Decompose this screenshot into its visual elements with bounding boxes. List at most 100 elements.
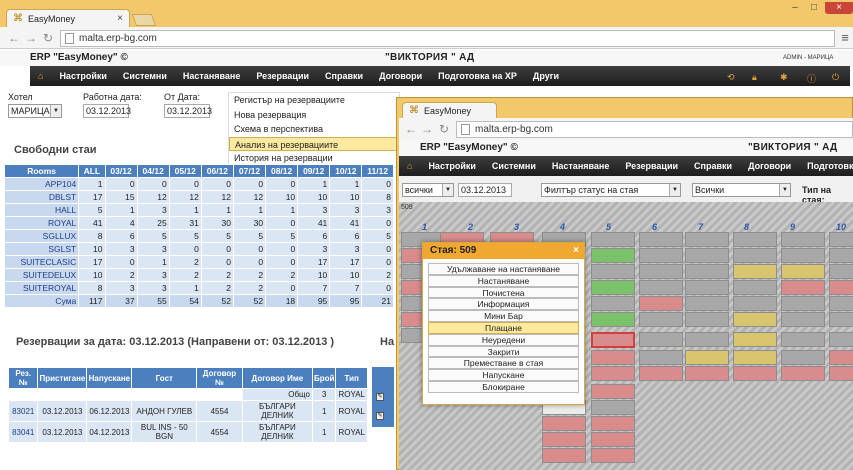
room-cell[interactable] <box>591 264 635 279</box>
room-cell[interactable] <box>781 312 825 327</box>
room-cell[interactable] <box>591 280 635 295</box>
all-select-2[interactable]: Всички ▼ <box>692 183 791 197</box>
room-type-cell[interactable]: HALL <box>3 203 80 217</box>
nav-contracts[interactable]: Договори <box>740 161 799 171</box>
popup-menu-item[interactable]: Блокиране <box>428 380 579 393</box>
home-icon[interactable]: ⌂ <box>399 161 420 171</box>
popup-menu-item[interactable]: Мини Бар <box>428 310 579 322</box>
fromdate-input[interactable]: 03.12.2013 <box>164 104 212 118</box>
room-type-cell[interactable]: SGLST <box>3 242 80 256</box>
room-cell[interactable] <box>639 312 683 327</box>
room-cell[interactable] <box>639 296 683 311</box>
room-cell[interactable] <box>639 248 683 263</box>
room-cell[interactable] <box>639 232 683 247</box>
room-type-cell[interactable]: Сума <box>3 294 80 308</box>
room-cell[interactable] <box>829 280 853 295</box>
room-cell[interactable] <box>829 264 853 279</box>
room-cell[interactable] <box>829 248 853 263</box>
nav-system[interactable]: Системни <box>115 71 175 81</box>
room-cell[interactable] <box>542 448 586 463</box>
room-cell[interactable] <box>733 332 777 347</box>
room-cell[interactable] <box>591 432 635 447</box>
popup-menu-item[interactable]: Преместване в стая <box>428 357 579 370</box>
room-cell[interactable] <box>639 366 683 381</box>
forward-icon[interactable]: → <box>24 31 38 45</box>
room-cell[interactable] <box>685 296 729 311</box>
menu-icon[interactable]: ≡ <box>838 31 852 44</box>
selected-room-cell[interactable] <box>591 332 635 348</box>
room-type-cell[interactable]: SUITEROYAL <box>3 281 80 295</box>
room-cell[interactable] <box>733 232 777 247</box>
room-cell[interactable] <box>685 312 729 327</box>
edit-icon[interactable]: ✎ <box>376 393 384 401</box>
room-cell[interactable] <box>639 280 683 295</box>
hotel-select[interactable]: МАРИЦА ▼ <box>8 104 62 118</box>
popup-menu-item[interactable]: Закрити <box>428 345 579 358</box>
status-filter-select[interactable]: Филтър статус на стая ▼ <box>541 183 681 197</box>
nav-contracts[interactable]: Договори <box>371 71 430 81</box>
room-cell[interactable] <box>685 332 729 347</box>
room-cell[interactable] <box>591 248 635 263</box>
room-cell[interactable] <box>781 296 825 311</box>
address-input-2[interactable]: malta.erp-bg.com <box>456 121 853 138</box>
room-cell[interactable] <box>781 280 825 295</box>
room-cell[interactable] <box>781 264 825 279</box>
nav-prep[interactable]: Подготовка на ХР <box>430 71 525 81</box>
room-type-cell[interactable]: DBLST <box>3 190 80 204</box>
room-cell[interactable] <box>542 416 586 431</box>
room-type-cell[interactable]: ROYAL <box>3 216 80 230</box>
popup-menu-item[interactable]: Напускане <box>428 369 579 381</box>
room-cell[interactable] <box>639 264 683 279</box>
home-icon[interactable]: ⌂ <box>30 71 51 81</box>
room-cell[interactable] <box>733 248 777 263</box>
browser-tab[interactable]: ⌘ EasyMoney × <box>6 9 130 27</box>
room-cell[interactable] <box>591 312 635 327</box>
nav-system[interactable]: Системни <box>484 161 544 171</box>
lock-icon[interactable]: 🔒︎ <box>752 72 757 83</box>
room-cell[interactable] <box>733 264 777 279</box>
popup-menu-item[interactable]: Настаняване <box>428 274 579 287</box>
room-cell[interactable] <box>781 366 825 381</box>
room-cell[interactable] <box>733 280 777 295</box>
nav-reservations[interactable]: Резервации <box>617 161 686 171</box>
room-cell[interactable] <box>781 248 825 263</box>
room-cell[interactable] <box>591 296 635 311</box>
room-cell[interactable] <box>829 350 853 365</box>
room-cell[interactable] <box>685 264 729 279</box>
date-input-2[interactable]: 03.12.2013 <box>458 183 512 197</box>
nav-reservations[interactable]: Резервации <box>248 71 317 81</box>
maximize-icon[interactable]: □ <box>806 2 822 14</box>
room-cell[interactable] <box>781 332 825 347</box>
close-tab-icon[interactable]: × <box>117 13 123 24</box>
nav-prep[interactable]: Подготовка на ХР <box>799 161 853 171</box>
room-cell[interactable] <box>781 232 825 247</box>
popup-menu-item[interactable]: Удължаване на настаняване <box>428 263 579 275</box>
room-type-cell[interactable]: SGLLUX <box>3 229 80 243</box>
room-cell[interactable] <box>639 350 683 365</box>
nav-settings[interactable]: Настройки <box>51 71 114 81</box>
room-cell[interactable] <box>591 350 635 365</box>
room-cell[interactable] <box>591 448 635 463</box>
popup-menu-item[interactable]: Неуредени <box>428 333 579 346</box>
minimize-icon[interactable]: – <box>787 2 803 14</box>
popup-menu-item[interactable]: Информация <box>428 298 579 311</box>
room-cell[interactable] <box>639 332 683 347</box>
room-cell[interactable] <box>591 416 635 431</box>
reservation-number-link[interactable]: 83041 <box>7 421 39 443</box>
room-cell[interactable] <box>591 232 635 247</box>
room-cell[interactable] <box>781 350 825 365</box>
reload-icon[interactable]: ↻ <box>41 31 55 45</box>
popup-menu-item[interactable]: Почистена <box>428 286 579 299</box>
room-cell[interactable] <box>685 366 729 381</box>
nav-other[interactable]: Други <box>525 71 567 81</box>
room-cell[interactable] <box>685 248 729 263</box>
room-cell[interactable] <box>591 384 635 399</box>
room-cell[interactable] <box>733 350 777 365</box>
room-cell[interactable] <box>829 312 853 327</box>
power-icon[interactable]: ⏻ <box>832 72 839 83</box>
menu-item-new[interactable]: Нова резервация <box>229 108 399 123</box>
new-tab-button[interactable] <box>131 14 157 26</box>
address-input[interactable]: malta.erp-bg.com <box>60 30 835 47</box>
room-type-cell[interactable]: SUITECLASIC <box>3 255 80 269</box>
room-cell[interactable] <box>685 350 729 365</box>
